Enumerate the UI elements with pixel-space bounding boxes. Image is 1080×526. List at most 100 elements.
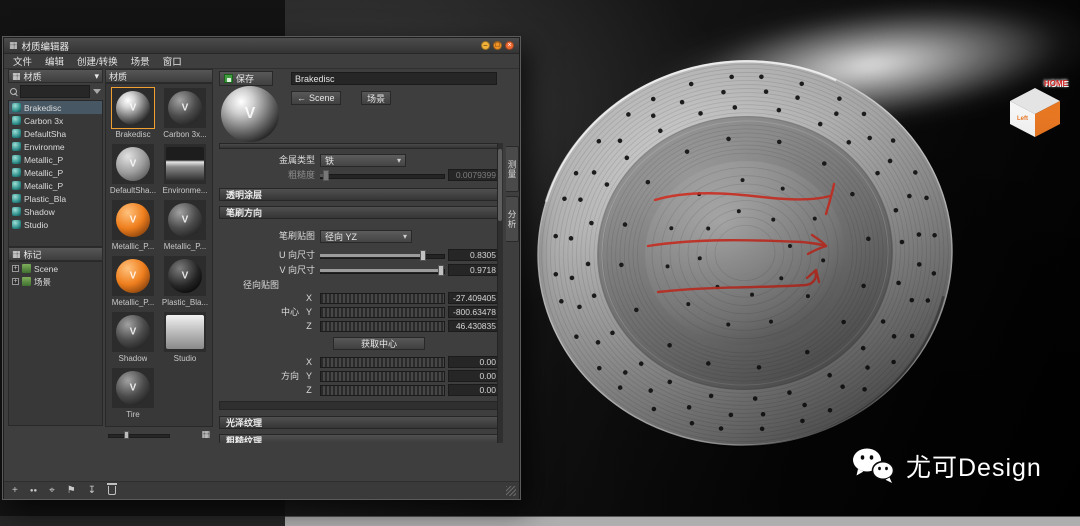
- menu-edit[interactable]: 编辑: [45, 54, 64, 68]
- u-size-value[interactable]: 0.8305: [448, 249, 500, 261]
- material-icon: [12, 168, 21, 177]
- expand-icon[interactable]: +: [12, 278, 19, 285]
- close-button[interactable]: ×: [505, 41, 514, 50]
- menu-file[interactable]: 文件: [13, 54, 32, 68]
- direction-x-value[interactable]: 0.00: [448, 356, 500, 368]
- thumbnail-brakedisc[interactable]: V Brakedisc: [107, 86, 159, 142]
- center-z-slider[interactable]: [320, 321, 445, 332]
- delete-button[interactable]: [108, 486, 116, 495]
- add-material-button[interactable]: +: [12, 484, 18, 498]
- side-tab-analyze[interactable]: 分析: [506, 196, 519, 242]
- properties-scrollbar[interactable]: [497, 143, 503, 443]
- brush-map-dropdown[interactable]: 径向 YZ ▾: [320, 230, 412, 243]
- direction-z-slider[interactable]: [320, 385, 445, 396]
- material-icon: [12, 181, 21, 190]
- center-y-slider[interactable]: [320, 307, 445, 318]
- roughness-slider[interactable]: [320, 170, 445, 181]
- thumbnail[interactable]: V Plastic_Bla...: [159, 254, 211, 310]
- direction-x-slider[interactable]: [320, 357, 445, 368]
- metal-type-value: 铁: [325, 154, 334, 167]
- save-button[interactable]: 保存: [219, 71, 273, 86]
- thumbnail[interactable]: V Metallic_P...: [159, 198, 211, 254]
- direction-z-value[interactable]: 0.00: [448, 384, 500, 396]
- thumbnails-header[interactable]: 材质: [105, 69, 213, 83]
- materials-tree-header[interactable]: ▦ 材质 ▾: [8, 69, 103, 83]
- target-button[interactable]: ⌖: [49, 484, 55, 498]
- v-size-slider[interactable]: [320, 265, 445, 276]
- tree-item[interactable]: Shadow: [9, 205, 102, 218]
- material-preview-sphere[interactable]: V: [221, 86, 279, 142]
- u-size-slider[interactable]: [320, 250, 445, 261]
- center-x-value[interactable]: -27.409405: [448, 292, 500, 304]
- tree-item-brakedisc[interactable]: Brakedisc: [9, 101, 102, 114]
- material-sphere: V: [116, 315, 150, 349]
- show-used-button[interactable]: ●●: [30, 484, 37, 498]
- metal-type-row: 金属类型 铁 ▾: [219, 154, 499, 167]
- horizontal-scrollbar[interactable]: [285, 516, 1080, 526]
- menu-create-convert[interactable]: 创建/转换: [77, 54, 118, 68]
- scene-button[interactable]: ← Scene: [291, 91, 341, 105]
- scrollbar-thumb[interactable]: [498, 149, 502, 221]
- search-input[interactable]: [20, 85, 90, 98]
- tree-item[interactable]: Metallic_P: [9, 153, 102, 166]
- menu-window[interactable]: 窗口: [163, 54, 182, 68]
- thumbnail-size-slider[interactable]: [108, 430, 170, 439]
- direction-y-slider[interactable]: [320, 371, 445, 382]
- thumbnail[interactable]: V DefaultSha...: [107, 142, 159, 198]
- thumbnail[interactable]: V Carbon 3x...: [159, 86, 211, 142]
- direction-y-value[interactable]: 0.00: [448, 370, 500, 382]
- section-rough-texture[interactable]: 粗糙纹理: [219, 434, 499, 443]
- section-clearcoat[interactable]: 透明涂层: [219, 188, 499, 201]
- to-scene-button[interactable]: 场景: [361, 91, 391, 105]
- expand-icon[interactable]: +: [12, 265, 19, 272]
- menu-scene[interactable]: 场景: [131, 54, 150, 68]
- tree-item[interactable]: Metallic_P: [9, 179, 102, 192]
- material-name-field[interactable]: [291, 72, 497, 85]
- material-sphere: V: [116, 259, 150, 293]
- center-y-value[interactable]: -800.63478: [448, 306, 500, 318]
- materials-tree: Brakedisc Carbon 3x DefaultSha Environme…: [8, 100, 103, 247]
- tag-item-scene-cn[interactable]: + 场景: [9, 275, 102, 288]
- resize-grip[interactable]: [506, 486, 516, 496]
- filter-icon[interactable]: [93, 89, 101, 94]
- material-properties-panel: 保存 V ← Scene 场景 金属类型 铁 ▾: [215, 69, 503, 443]
- search-row: [8, 83, 103, 100]
- flag-button[interactable]: ⚑: [67, 484, 76, 498]
- thumbnail[interactable]: V Tire: [107, 366, 159, 422]
- thumbnails-title: 材质: [109, 70, 127, 83]
- roughness-value[interactable]: 0.0079399: [448, 169, 500, 181]
- thumbnail[interactable]: V Metallic_P...: [107, 254, 159, 310]
- minimize-button[interactable]: –: [481, 41, 490, 50]
- thumbnail[interactable]: Environme...: [159, 142, 211, 198]
- thumbnail[interactable]: Studio: [159, 310, 211, 366]
- import-button[interactable]: ↧: [88, 484, 96, 498]
- section-divider: [219, 401, 499, 410]
- tags-header[interactable]: ▦ 标记: [8, 247, 103, 261]
- tag-item-scene[interactable]: + Scene: [9, 262, 102, 275]
- grid-view-icon[interactable]: ▦: [201, 429, 210, 440]
- side-tab-measure[interactable]: 测量: [506, 146, 519, 192]
- section-brush-direction[interactable]: 笔刷方向: [219, 206, 499, 219]
- tree-item[interactable]: DefaultSha: [9, 127, 102, 140]
- tree-item[interactable]: Studio: [9, 218, 102, 231]
- vred-logo-mark: V: [130, 383, 137, 394]
- chevron-down-icon: ▾: [391, 156, 401, 165]
- v-size-value[interactable]: 0.9718: [448, 264, 500, 276]
- tree-item[interactable]: Environme: [9, 140, 102, 153]
- maximize-button[interactable]: □: [493, 41, 502, 50]
- thumbnail[interactable]: V Metallic_P...: [107, 198, 159, 254]
- center-z-value[interactable]: 46.430835: [448, 320, 500, 332]
- metal-type-dropdown[interactable]: 铁 ▾: [320, 154, 406, 167]
- tree-item[interactable]: Carbon 3x: [9, 114, 102, 127]
- tree-item-label: Shadow: [24, 207, 55, 217]
- thumbnail[interactable]: V Shadow: [107, 310, 159, 366]
- tree-item[interactable]: Metallic_P: [9, 166, 102, 179]
- tree-item[interactable]: Plastic_Bla: [9, 192, 102, 205]
- tags-title: 标记: [24, 248, 42, 261]
- get-center-button[interactable]: 获取中心: [333, 337, 425, 350]
- window-titlebar[interactable]: ▦ 材质编辑器 – □ ×: [4, 38, 519, 54]
- center-x-slider[interactable]: [320, 293, 445, 304]
- section-gloss-texture[interactable]: 光泽纹理: [219, 416, 499, 429]
- scene-button-label: Scene: [309, 93, 335, 103]
- tree-item-label: Metallic_P: [24, 168, 63, 178]
